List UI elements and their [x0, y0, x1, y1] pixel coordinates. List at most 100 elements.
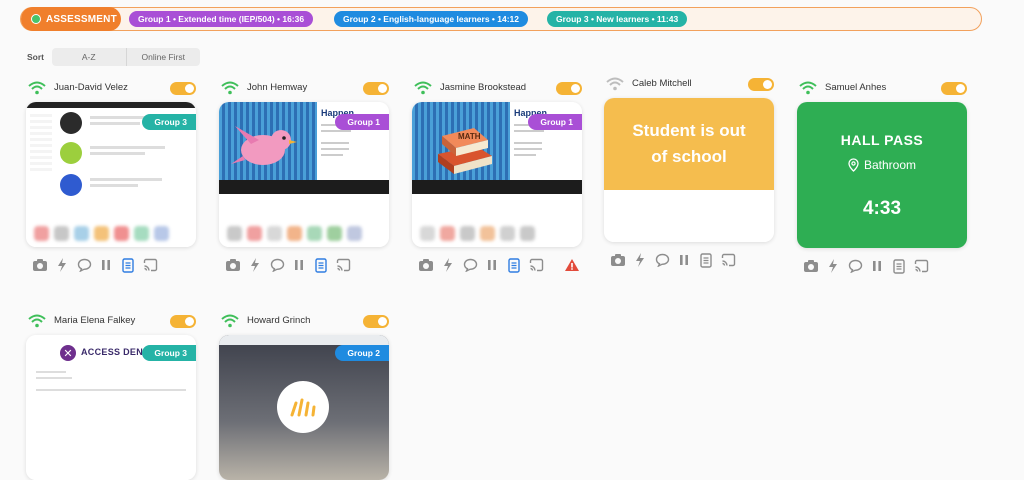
monitor-toggle[interactable] [556, 82, 582, 95]
hall-pass-status: HALL PASS Bathroom 4:33 [797, 102, 967, 248]
lightning-icon[interactable] [825, 258, 841, 274]
student-name: Juan-David Velez [54, 82, 128, 93]
pause-icon[interactable] [676, 252, 692, 268]
book-label: MATH [458, 132, 481, 141]
student-toolbar [412, 257, 584, 273]
lightning-icon[interactable] [247, 257, 263, 273]
assessment-banner: ASSESSMENT Group 1 • Extended time (IEP/… [20, 7, 982, 31]
cast-icon[interactable] [142, 257, 158, 273]
status-text: Student is out of school [632, 121, 746, 166]
warning-icon[interactable] [564, 257, 580, 273]
site-logo-icon [277, 381, 329, 433]
student-screen-thumbnail[interactable]: Student is out of school [604, 98, 774, 242]
cast-icon[interactable] [913, 258, 929, 274]
cast-icon[interactable] [528, 257, 544, 273]
monitor-toggle[interactable] [170, 82, 196, 95]
group-2-pill[interactable]: Group 2 • English-language learners • 14… [334, 11, 529, 27]
cast-icon[interactable] [720, 252, 736, 268]
hall-pass-location: Bathroom [797, 158, 967, 172]
chat-icon[interactable] [654, 252, 670, 268]
student-card[interactable]: Howard Grinch Group 2 [219, 311, 391, 480]
cast-icon[interactable] [335, 257, 351, 273]
books-illustration: MATH [438, 128, 492, 174]
screenshot-icon[interactable] [418, 257, 434, 273]
out-of-school-status: Student is out of school [604, 98, 774, 242]
student-name: John Hemway [247, 82, 308, 93]
pause-icon[interactable] [291, 257, 307, 273]
monitor-toggle[interactable] [748, 78, 774, 91]
student-name: Maria Elena Falkey [54, 315, 136, 326]
location-pin-icon [848, 158, 859, 172]
chat-icon[interactable] [847, 258, 863, 274]
monitor-toggle[interactable] [363, 82, 389, 95]
sort-toggle: A-Z Online First [52, 48, 200, 66]
assessment-label-text: ASSESSMENT [46, 13, 117, 25]
chat-icon[interactable] [76, 257, 92, 273]
group-badge: Group 1 [335, 114, 389, 130]
monitor-toggle[interactable] [941, 82, 967, 95]
assessment-label[interactable]: ASSESSMENT [21, 7, 121, 31]
student-screen-thumbnail[interactable]: Group 3 [26, 102, 196, 247]
bird-illustration [231, 126, 297, 165]
student-toolbar [797, 258, 969, 274]
wifi-icon [28, 314, 46, 328]
group-3-pill[interactable]: Group 3 • New learners • 11:43 [547, 11, 688, 27]
student-card[interactable]: Caleb Mitchell Student is out of school [604, 74, 776, 268]
student-name: Samuel Anhes [825, 82, 887, 93]
chat-icon[interactable] [462, 257, 478, 273]
group-badge: Group 3 [142, 114, 196, 130]
student-screen-thumbnail[interactable]: MATH Happen Group 1 [412, 102, 582, 247]
monitor-toggle[interactable] [363, 315, 389, 328]
wifi-icon [414, 81, 432, 95]
document-icon[interactable] [698, 252, 714, 268]
screenshot-icon[interactable] [225, 257, 241, 273]
group-1-pill[interactable]: Group 1 • Extended time (IEP/504) • 16:3… [129, 11, 314, 27]
student-card[interactable]: Maria Elena Falkey ✕ ACCESS DENIED Group… [26, 311, 198, 480]
student-name: Jasmine Brookstead [440, 82, 527, 93]
student-name: Caleb Mitchell [632, 78, 692, 89]
denied-x-icon: ✕ [60, 345, 76, 361]
location-text: Bathroom [863, 158, 917, 172]
document-icon[interactable] [506, 257, 522, 273]
student-toolbar [26, 257, 198, 273]
hall-pass-title: HALL PASS [840, 132, 924, 148]
student-card[interactable]: Samuel Anhes HALL PASS Bathroom 4:33 [797, 78, 969, 274]
lightning-icon[interactable] [440, 257, 456, 273]
chat-icon[interactable] [269, 257, 285, 273]
wifi-icon [799, 81, 817, 95]
pause-icon[interactable] [484, 257, 500, 273]
student-card[interactable]: Juan-David Velez Group 3 [26, 78, 198, 273]
wifi-icon [28, 81, 46, 95]
student-name: Howard Grinch [247, 315, 311, 326]
pause-icon[interactable] [869, 258, 885, 274]
wifi-icon [221, 314, 239, 328]
student-toolbar [219, 257, 391, 273]
sort-option-online-first[interactable]: Online First [127, 48, 201, 66]
document-icon[interactable] [120, 257, 136, 273]
student-toolbar [604, 252, 776, 268]
student-screen-thumbnail[interactable]: Happen Group 1 [219, 102, 389, 247]
student-card[interactable]: John Hemway Happen Group 1 [219, 78, 391, 273]
group-badge: Group 2 [335, 345, 389, 361]
group-badge: Group 1 [528, 114, 582, 130]
screenshot-icon[interactable] [32, 257, 48, 273]
document-icon[interactable] [313, 257, 329, 273]
student-screen-thumbnail[interactable]: Group 2 [219, 335, 389, 480]
wifi-icon [221, 81, 239, 95]
sort-option-a-z[interactable]: A-Z [52, 48, 127, 66]
wifi-offline-icon [606, 77, 624, 91]
student-screen-thumbnail[interactable]: ✕ ACCESS DENIED Group 3 [26, 335, 196, 480]
lightning-icon[interactable] [632, 252, 648, 268]
status-dot-icon [31, 14, 41, 24]
screenshot-icon[interactable] [803, 258, 819, 274]
group-badge: Group 3 [142, 345, 196, 361]
student-screen-thumbnail[interactable]: HALL PASS Bathroom 4:33 [797, 102, 967, 248]
hall-pass-timer: 4:33 [862, 198, 902, 219]
student-card[interactable]: Jasmine Brookstead MATH Happen Group 1 [412, 78, 584, 273]
monitor-toggle[interactable] [170, 315, 196, 328]
screenshot-icon[interactable] [610, 252, 626, 268]
pause-icon[interactable] [98, 257, 114, 273]
document-icon[interactable] [891, 258, 907, 274]
lightning-icon[interactable] [54, 257, 70, 273]
sort-label: Sort [27, 52, 44, 62]
